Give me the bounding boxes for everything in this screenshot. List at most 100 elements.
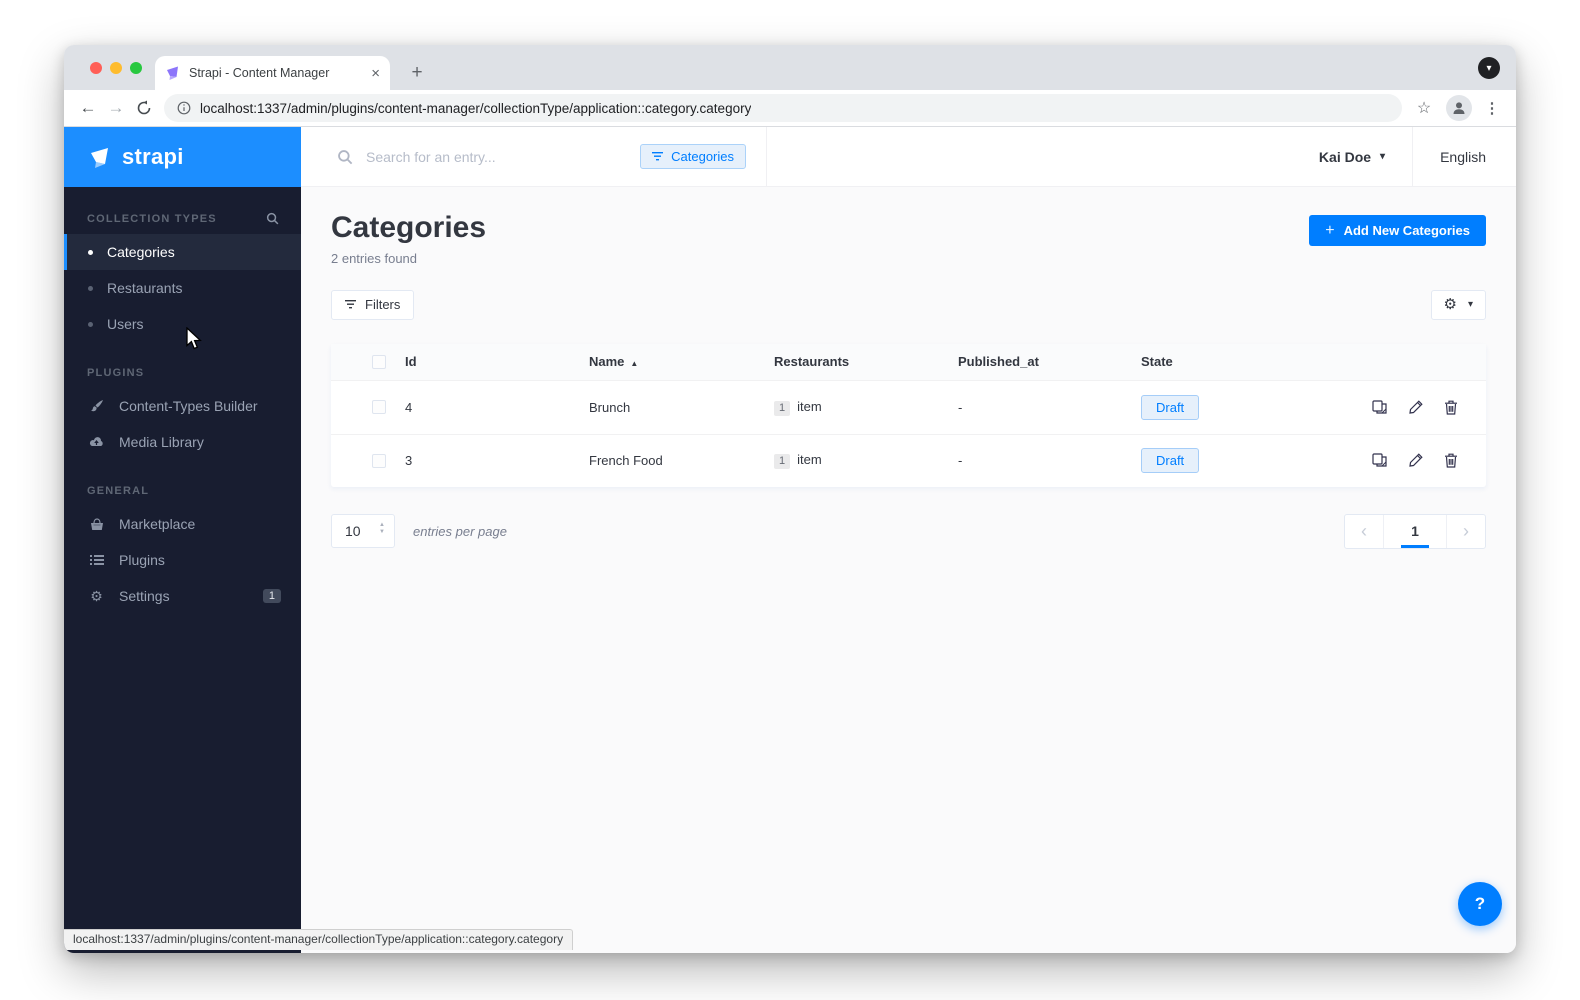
help-button[interactable]: ? <box>1458 882 1502 926</box>
add-new-categories-button[interactable]: + Add New Categories <box>1309 215 1486 246</box>
strapi-app: strapi COLLECTION TYPES Categories Resta… <box>64 127 1516 953</box>
bookmark-star-icon[interactable]: ☆ <box>1410 94 1438 122</box>
table-header-row: Id Name ▲ Restaurants Published_at State <box>331 343 1486 381</box>
cell-restaurants: 1 item <box>774 399 958 416</box>
paintbrush-icon <box>88 399 105 413</box>
previous-page-button[interactable]: ‹ <box>1345 514 1384 548</box>
column-header-name[interactable]: Name ▲ <box>589 354 774 369</box>
browser-profile-button[interactable] <box>1446 95 1472 121</box>
url-bar[interactable]: localhost:1337/admin/plugins/content-man… <box>164 94 1402 122</box>
column-header-restaurants[interactable]: Restaurants <box>774 354 958 369</box>
sidebar-item-label: Users <box>107 316 144 332</box>
table-row[interactable]: 3 French Food 1 item - Draft <box>331 433 1486 487</box>
sidebar-item-users[interactable]: Users <box>64 306 301 342</box>
entries-per-page-select[interactable]: 10 ▲ ▼ <box>331 514 395 548</box>
chevron-left-icon: ‹ <box>1361 520 1367 541</box>
select-all-checkbox[interactable] <box>372 354 386 369</box>
chevron-right-icon: › <box>1463 520 1469 541</box>
delete-trash-icon[interactable] <box>1444 453 1458 468</box>
section-collection-types: COLLECTION TYPES Categories Restaurants <box>64 212 301 342</box>
cell-published-at: - <box>958 453 963 468</box>
entries-count: 2 entries found <box>331 250 418 266</box>
back-button[interactable]: ← <box>74 94 102 122</box>
tab-close-icon[interactable]: × <box>371 66 380 81</box>
url-text[interactable]: localhost:1337/admin/plugins/content-man… <box>200 101 751 116</box>
browser-tab[interactable]: Strapi - Content Manager × <box>155 56 390 90</box>
search-icon[interactable] <box>266 212 279 225</box>
tab-title: Strapi - Content Manager <box>189 66 330 80</box>
sidebar-item-restaurants[interactable]: Restaurants <box>64 270 301 306</box>
sidebar-item-label: Categories <box>107 244 175 260</box>
sidebar-item-media-library[interactable]: Media Library <box>64 424 301 460</box>
strapi-logo[interactable]: strapi <box>64 127 301 187</box>
traffic-lights <box>90 62 142 74</box>
sort-asc-icon: ▲ <box>630 359 639 368</box>
count-badge: 1 <box>774 454 791 469</box>
gear-icon: ⚙ <box>90 587 103 604</box>
browser-tabstrip: Strapi - Content Manager × + ▾ <box>64 45 1516 90</box>
table-row[interactable]: 4 Brunch 1 item - Draft <box>331 381 1486 434</box>
row-actions <box>1366 399 1486 415</box>
content-area: Categories 2 entries found + Add New Cat… <box>301 187 1516 953</box>
next-page-button[interactable]: › <box>1446 514 1485 548</box>
column-header-id[interactable]: Id <box>405 354 589 369</box>
page-head: Categories 2 entries found + Add New Cat… <box>331 211 1486 266</box>
reload-button[interactable] <box>130 94 158 122</box>
add-button-label: Add New Categories <box>1343 223 1470 238</box>
user-menu[interactable]: Kai Doe ▾ <box>1319 149 1385 165</box>
main-area: Categories Kai Doe ▾ English Categories <box>301 127 1516 953</box>
duplicate-icon[interactable] <box>1372 453 1387 468</box>
sidebar-item-categories[interactable]: Categories <box>64 234 301 270</box>
row-checkbox[interactable] <box>372 400 386 414</box>
row-checkbox[interactable] <box>372 453 386 468</box>
tab-search-button[interactable]: ▾ <box>1478 57 1500 79</box>
filters-button[interactable]: Filters <box>331 289 415 320</box>
avatar-icon <box>1453 102 1465 114</box>
language-selector[interactable]: English <box>1440 149 1486 165</box>
row-actions <box>1366 453 1486 468</box>
edit-pencil-icon[interactable] <box>1408 399 1423 415</box>
bullet-icon <box>88 249 93 255</box>
sidebar-item-label: Settings <box>119 588 170 604</box>
state-badge: Draft <box>1141 394 1200 420</box>
collection-filter-chip[interactable]: Categories <box>640 144 746 169</box>
info-icon[interactable] <box>177 101 191 115</box>
user-name: Kai Doe <box>1318 148 1372 165</box>
duplicate-icon[interactable] <box>1372 399 1387 415</box>
sidebar-item-label: Plugins <box>119 552 165 568</box>
sidebar-item-settings[interactable]: ⚙ Settings 1 <box>64 578 301 614</box>
sidebar-item-marketplace[interactable]: Marketplace <box>64 506 301 542</box>
column-header-published-at[interactable]: Published_at <box>958 354 1141 369</box>
filter-icon <box>652 152 664 161</box>
divider <box>1412 127 1414 186</box>
search-bar: Categories <box>301 127 767 186</box>
edit-pencil-icon[interactable] <box>1408 453 1423 468</box>
state-badge: Draft <box>1141 448 1200 473</box>
sidebar-item-content-types-builder[interactable]: Content-Types Builder <box>64 388 301 424</box>
stepper-icon: ▲ ▼ <box>379 522 385 535</box>
sidebar-item-label: Content-Types Builder <box>119 398 258 414</box>
forward-button[interactable]: → <box>102 94 130 122</box>
header-right: Kai Doe ▾ English <box>1319 127 1516 186</box>
browser-menu-button[interactable]: ⋮ <box>1478 94 1506 122</box>
settings-badge: 1 <box>262 589 281 603</box>
section-label: COLLECTION TYPES <box>87 212 217 225</box>
basket-icon <box>88 517 105 531</box>
caret-down-icon: ▾ <box>1380 151 1386 162</box>
close-window-button[interactable] <box>90 62 102 74</box>
search-input[interactable] <box>366 148 628 165</box>
pagination-row: 10 ▲ ▼ entries per page ‹ 1 › <box>331 513 1486 549</box>
minimize-window-button[interactable] <box>110 62 122 74</box>
sidebar-item-label: Restaurants <box>107 280 183 296</box>
list-icon <box>88 554 105 566</box>
section-general: GENERAL Marketplace Plugins ⚙ Settings 1 <box>64 485 301 614</box>
zoom-window-button[interactable] <box>130 62 142 74</box>
section-label: GENERAL <box>87 485 150 497</box>
section-plugins: PLUGINS Content-Types Builder Media Libr… <box>64 367 301 460</box>
delete-trash-icon[interactable] <box>1444 400 1458 415</box>
table-settings-button[interactable]: ⚙ ▾ <box>1430 289 1486 320</box>
page-number[interactable]: 1 <box>1384 515 1446 548</box>
new-tab-button[interactable]: + <box>404 60 430 86</box>
column-header-state[interactable]: State <box>1141 354 1366 369</box>
sidebar-item-plugins[interactable]: Plugins <box>64 542 301 578</box>
